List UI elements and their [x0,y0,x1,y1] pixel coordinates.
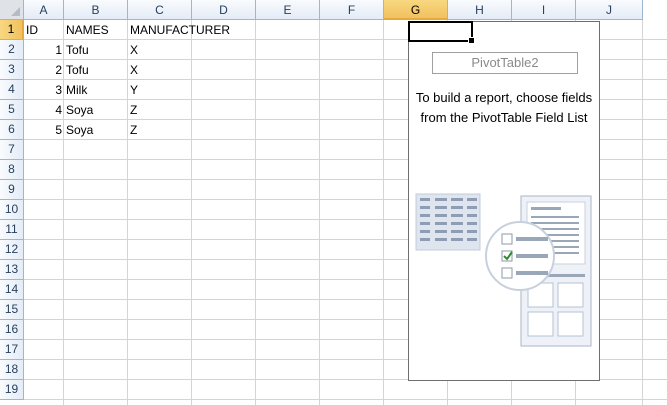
column-header-h[interactable]: H [448,0,512,20]
table-cell[interactable]: Tofu [64,60,128,80]
row-header-16[interactable]: 16 [0,320,24,340]
pivot-instructions-text: To build a report, choose fields from th… [415,90,593,125]
row-header-8[interactable]: 8 [0,160,24,180]
row-header-18[interactable]: 18 [0,360,24,380]
column-header-d[interactable]: D [192,0,256,20]
row-header-2[interactable]: 2 [0,40,24,60]
checkbox-list-icon [485,221,555,291]
spreadsheet-grid[interactable]: ABCDEFGHIJ 1 2 3 4 5 6 7 8 9 10 11 12 13 14 15 16 17 18 19… [0,0,667,405]
column-header-e[interactable]: E [256,0,320,20]
pivot-table-name-box: PivotTable2 [432,52,578,74]
select-all-corner[interactable] [0,0,24,20]
row-header-19[interactable]: 19 [0,380,24,400]
table-cell[interactable]: 3 [24,80,64,100]
table-cell[interactable]: X [128,40,192,60]
column-header-b[interactable]: B [64,0,128,20]
row-header-13[interactable]: 13 [0,260,24,280]
cell-header-a[interactable]: ID [24,20,64,40]
row-header-17[interactable]: 17 [0,340,24,360]
table-cell[interactable]: Soya [64,120,128,140]
cell-header-b[interactable]: NAMES [64,20,128,40]
row-header-11[interactable]: 11 [0,220,24,240]
row-header-10[interactable]: 10 [0,200,24,220]
row-header-9[interactable]: 9 [0,180,24,200]
column-header-f[interactable]: F [320,0,384,20]
table-cell[interactable]: Milk [64,80,128,100]
table-cell[interactable]: Z [128,100,192,120]
row-header-1[interactable]: 1 [0,20,24,40]
table-cell[interactable]: Tofu [64,40,128,60]
column-header-c[interactable]: C [128,0,192,20]
table-cell[interactable]: 1 [24,40,64,60]
table-cell[interactable]: 2 [24,60,64,80]
table-cell[interactable]: X [128,60,192,80]
pivot-field-list-illustration-icon [415,193,592,347]
table-cell[interactable]: Soya [64,100,128,120]
table-cell[interactable]: Z [128,120,192,140]
active-cell-selection[interactable] [408,21,475,44]
row-header-3[interactable]: 3 [0,60,24,80]
row-header-4[interactable]: 4 [0,80,24,100]
row-header-14[interactable]: 14 [0,280,24,300]
row-header-15[interactable]: 15 [0,300,24,320]
column-header-g[interactable]: G [384,0,448,20]
row-header-7[interactable]: 7 [0,140,24,160]
row-header-12[interactable]: 12 [0,240,24,260]
field-grid-icon [415,193,481,251]
column-header-a[interactable]: A [24,0,64,20]
column-header-i[interactable]: I [512,0,576,20]
row-header-5[interactable]: 5 [0,100,24,120]
table-cell[interactable]: 5 [24,120,64,140]
row-header-6[interactable]: 6 [0,120,24,140]
cell-header-c[interactable]: MANUFACTURER [128,20,230,40]
table-cell[interactable]: 4 [24,100,64,120]
column-header-j[interactable]: J [576,0,643,20]
table-cell[interactable]: Y [128,80,192,100]
